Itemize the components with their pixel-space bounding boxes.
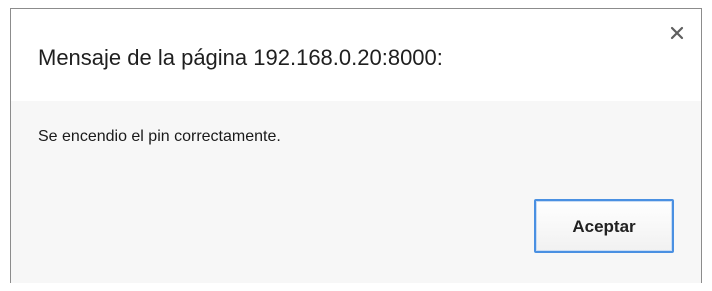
dialog-title: Mensaje de la página 192.168.0.20:8000: (38, 45, 443, 70)
alert-dialog: Mensaje de la página 192.168.0.20:8000: … (10, 8, 702, 283)
close-icon[interactable] (667, 23, 687, 43)
accept-button[interactable]: Aceptar (534, 199, 674, 253)
dialog-message: Se encendio el pin correctamente. (38, 128, 281, 145)
